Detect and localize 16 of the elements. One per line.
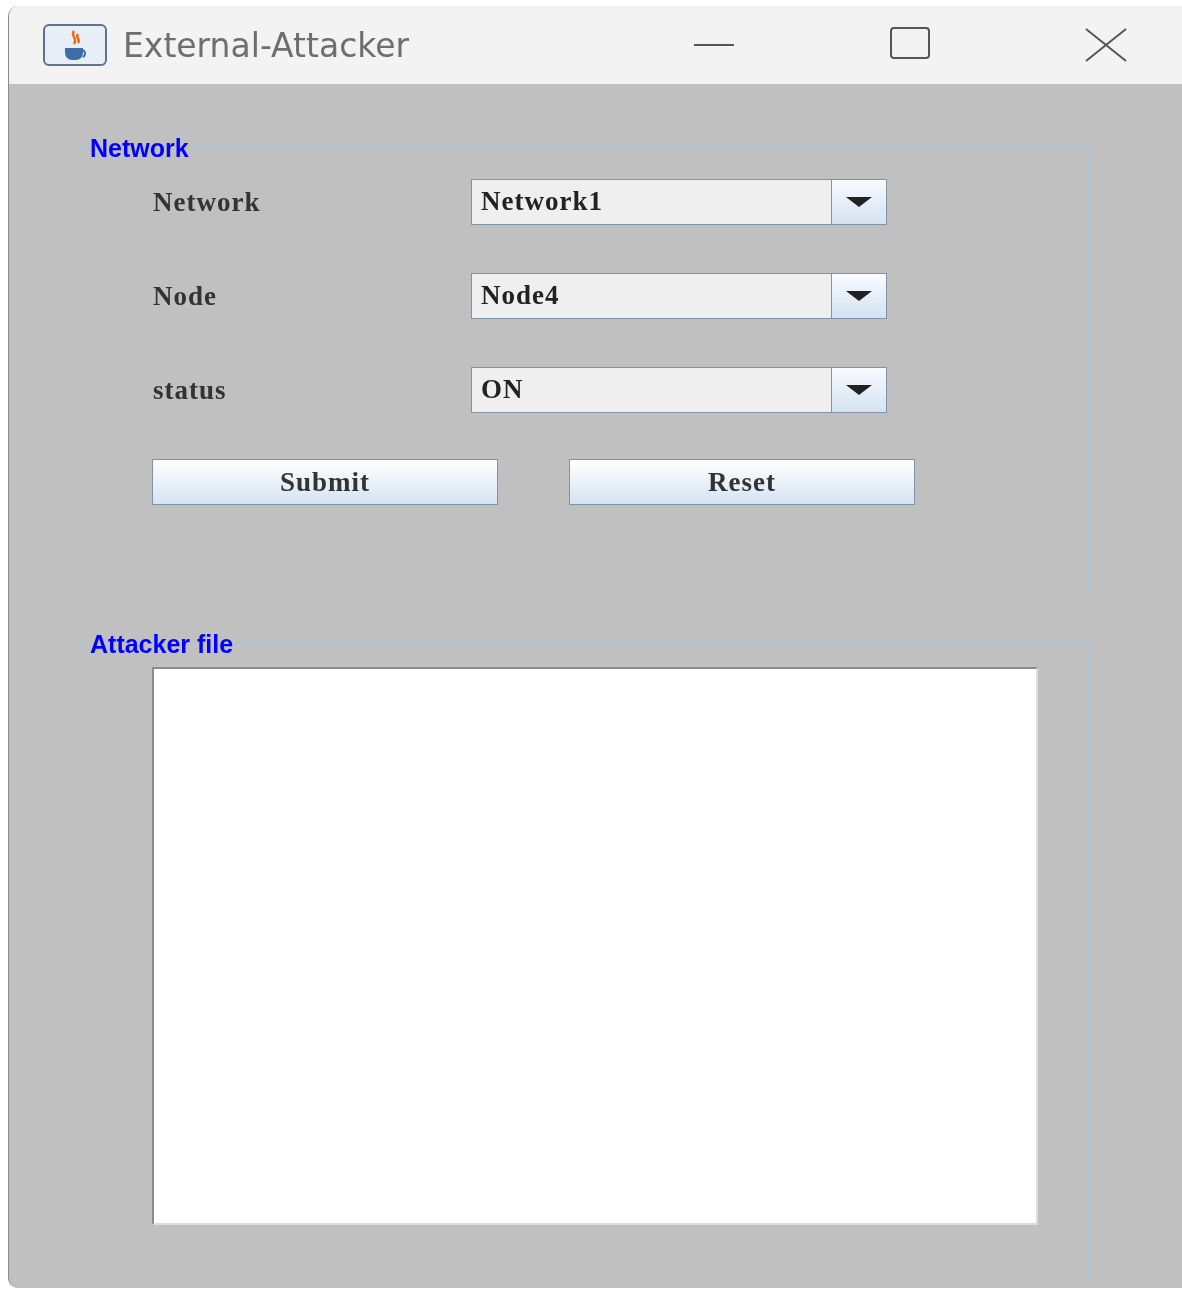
field-label: status — [153, 374, 228, 406]
close-button[interactable] — [1084, 25, 1128, 65]
field-label: Network — [153, 186, 262, 218]
caret-icon — [846, 197, 872, 207]
dropdown[interactable]: Network1 — [471, 179, 887, 225]
window-title: External-Attacker — [123, 25, 410, 65]
submit-button[interactable]: Submit — [152, 459, 498, 505]
dropdown[interactable]: ON — [471, 367, 887, 413]
panel-title: Attacker file — [89, 630, 235, 659]
caret-icon — [846, 385, 872, 395]
field-label: Node — [153, 280, 218, 312]
panel-title: Network — [89, 134, 190, 163]
dropdown[interactable]: Node4 — [471, 273, 887, 319]
coffee-cup-icon — [43, 24, 107, 66]
caret-icon — [846, 291, 872, 301]
reset-button[interactable]: Reset — [569, 459, 915, 505]
